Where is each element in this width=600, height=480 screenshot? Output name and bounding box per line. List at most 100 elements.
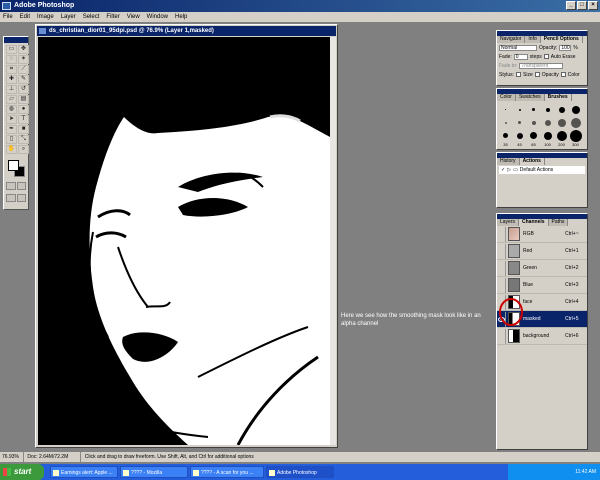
menu-window[interactable]: Window: [147, 12, 168, 22]
standard-mode-icon[interactable]: [6, 182, 16, 190]
close-button[interactable]: ×: [588, 1, 598, 10]
gradient-tool-icon[interactable]: ▤: [18, 95, 29, 104]
channel-row-blue[interactable]: Blue Ctrl+3: [497, 277, 587, 294]
notes-tool-icon[interactable]: ▯: [6, 135, 17, 144]
tab-info[interactable]: Info: [525, 36, 541, 43]
channel-row-red[interactable]: Red Ctrl+1: [497, 243, 587, 260]
minimize-button[interactable]: _: [566, 1, 576, 10]
tab-layers[interactable]: Layers: [497, 219, 520, 226]
brush-preset[interactable]: [555, 104, 568, 115]
tab-color[interactable]: Color: [497, 94, 516, 101]
action-set-row[interactable]: ✓ ▷ ▭ Default Actions: [499, 166, 585, 174]
fade-to-select[interactable]: Transparent: [519, 62, 564, 69]
size-checkbox[interactable]: [516, 72, 522, 77]
stamp-tool-icon[interactable]: ⊥: [6, 85, 17, 94]
brush-preset[interactable]: [527, 117, 540, 128]
menu-layer[interactable]: Layer: [61, 12, 76, 22]
screen-mode-2-icon[interactable]: [16, 194, 26, 202]
zoom-tool-icon[interactable]: ⌕: [18, 145, 29, 154]
brush-preset[interactable]: 200: [555, 130, 568, 147]
start-button[interactable]: start: [0, 464, 44, 480]
vertical-scrollbar[interactable]: [330, 37, 336, 445]
brush-preset[interactable]: [569, 117, 582, 128]
path-select-tool-icon[interactable]: ➤: [6, 115, 17, 124]
color-checkbox[interactable]: [560, 72, 566, 77]
visibility-toggle[interactable]: [498, 260, 506, 276]
tab-paths[interactable]: Paths: [548, 219, 569, 226]
lasso-tool-icon[interactable]: ◌: [6, 55, 17, 64]
brush-preset[interactable]: [513, 117, 526, 128]
quickmask-mode-icon[interactable]: [16, 182, 26, 190]
menu-view[interactable]: View: [127, 12, 140, 22]
brush-preset[interactable]: [527, 104, 540, 115]
foreground-color-swatch[interactable]: [8, 160, 19, 171]
brush-preset[interactable]: 300: [569, 129, 582, 147]
magic-wand-tool-icon[interactable]: ✶: [18, 55, 29, 64]
menu-image[interactable]: Image: [37, 12, 54, 22]
visibility-toggle[interactable]: [498, 328, 506, 344]
tab-brushes[interactable]: Brushes: [544, 94, 572, 101]
visibility-toggle[interactable]: [498, 277, 506, 293]
visibility-toggle[interactable]: [498, 243, 506, 259]
history-brush-tool-icon[interactable]: ↺: [18, 85, 29, 94]
fade-input[interactable]: 0: [513, 53, 528, 60]
channel-shortcut: Ctrl+6: [565, 333, 579, 339]
brush-preset[interactable]: [499, 104, 512, 115]
taskbar-item-earnings[interactable]: Earnings alert: Apple ...: [50, 466, 118, 478]
taskbar-item-photoshop[interactable]: Adobe Photoshop: [266, 466, 334, 478]
zoom-readout[interactable]: 76.93%: [0, 452, 24, 462]
document-title-bar[interactable]: ds_christian_dior01_95dpi.psd @ 76.9% (L…: [37, 26, 336, 36]
dodge-tool-icon[interactable]: ●: [18, 105, 29, 114]
maximize-button[interactable]: □: [577, 1, 587, 10]
channel-row-rgb[interactable]: RGB Ctrl+~: [497, 226, 587, 243]
channel-row-background[interactable]: background Ctrl+6: [497, 328, 587, 345]
pen-tool-icon[interactable]: ✒: [6, 125, 17, 134]
taskbar-item-mozilla[interactable]: ???? - Mozilla: [120, 466, 188, 478]
type-tool-icon[interactable]: T: [18, 115, 29, 124]
brush-preset[interactable]: [569, 104, 582, 115]
move-tool-icon[interactable]: ✥: [18, 45, 29, 54]
tab-swatches[interactable]: Swatches: [515, 94, 545, 101]
auto-erase-checkbox[interactable]: [543, 54, 549, 59]
image-canvas[interactable]: [38, 37, 330, 445]
brush-preset[interactable]: 45: [513, 130, 526, 147]
blur-tool-icon[interactable]: ◍: [6, 105, 17, 114]
menu-file[interactable]: File: [3, 12, 13, 22]
brush-preset[interactable]: 65: [527, 130, 540, 147]
brush-preset[interactable]: 100: [541, 130, 554, 147]
eraser-tool-icon[interactable]: ▱: [6, 95, 17, 104]
eyedropper-tool-icon[interactable]: ⤡: [18, 135, 29, 144]
screen-mode-1-icon[interactable]: [6, 194, 16, 202]
shape-tool-icon[interactable]: ■: [18, 125, 29, 134]
brush-preset[interactable]: 35: [499, 130, 512, 147]
tab-channels[interactable]: Channels: [519, 219, 549, 226]
tab-pencil-options[interactable]: Pencil Options: [540, 36, 583, 43]
brush-preset[interactable]: [499, 117, 512, 128]
menu-edit[interactable]: Edit: [20, 12, 30, 22]
brush-preset[interactable]: [541, 104, 554, 115]
taskbar-item-scan[interactable]: ???? - A scan for you ...: [190, 466, 264, 478]
healing-tool-icon[interactable]: ✚: [6, 75, 17, 84]
brush-preset[interactable]: [513, 104, 526, 115]
tab-history[interactable]: History: [497, 158, 520, 165]
menu-help[interactable]: Help: [175, 12, 187, 22]
window-icon: [269, 470, 275, 476]
crop-tool-icon[interactable]: ⌗: [6, 65, 17, 74]
brush-preset[interactable]: [555, 117, 568, 128]
opacity-checkbox[interactable]: [534, 72, 540, 77]
blend-mode-select[interactable]: Normal: [499, 44, 537, 51]
slice-tool-icon[interactable]: ⟋: [18, 65, 29, 74]
tab-navigator[interactable]: Navigator: [497, 36, 526, 43]
brush-preset[interactable]: [541, 117, 554, 128]
opacity-input[interactable]: 100: [559, 44, 572, 51]
menu-select[interactable]: Select: [83, 12, 100, 22]
clock[interactable]: 11:42 AM: [575, 469, 596, 475]
menu-filter[interactable]: Filter: [106, 12, 119, 22]
pencil-tool-icon[interactable]: ✎: [18, 75, 29, 84]
visibility-toggle[interactable]: [498, 226, 506, 242]
history-palette: History Actions ✓ ▷ ▭ Default Actions: [496, 152, 588, 208]
hand-tool-icon[interactable]: ✋: [6, 145, 17, 154]
channel-row-green[interactable]: Green Ctrl+2: [497, 260, 587, 277]
marquee-tool-icon[interactable]: ▭: [6, 45, 17, 54]
tab-actions[interactable]: Actions: [519, 158, 545, 165]
